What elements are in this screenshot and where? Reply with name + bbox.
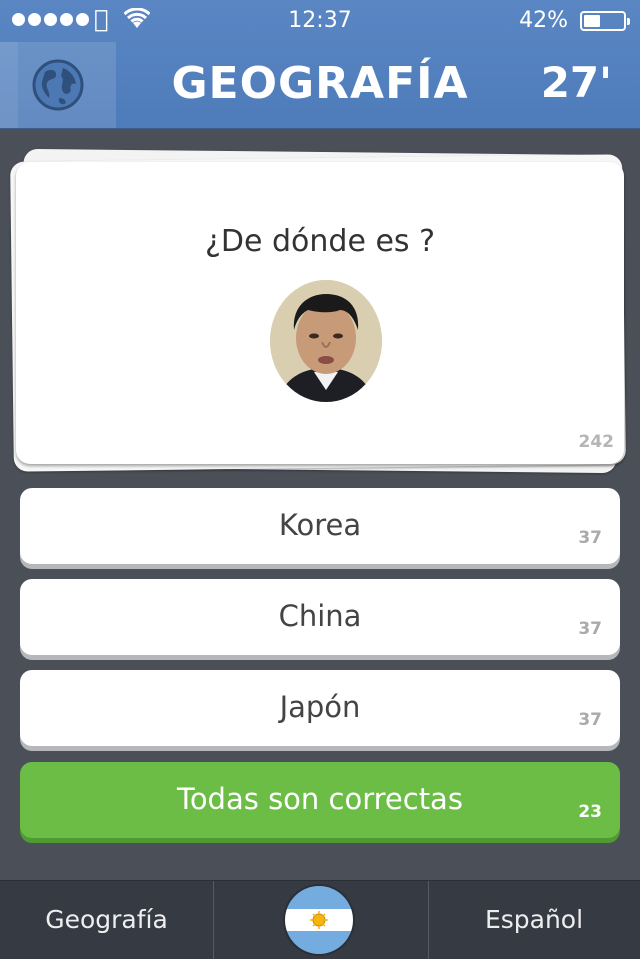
answer-count: 23 [578,802,602,822]
answer-option-4[interactable]: Todas son correctas 23 [20,762,620,838]
answer-label: Todas son correctas [177,782,463,816]
argentina-flag-icon[interactable] [285,886,353,954]
category-name[interactable]: Geografía [0,905,213,934]
question-timer: 27' [540,58,612,107]
question-count: 242 [578,432,615,452]
answer-count: 37 [578,710,602,730]
status-bar:  12:37 42% [0,0,640,42]
answer-label: China [278,599,362,633]
answer-label: Korea [278,508,362,542]
answer-option-1[interactable]: Korea 37 [20,488,620,564]
answer-option-3[interactable]: Japón 37 [20,670,620,746]
language-name[interactable]: Español [428,905,640,934]
answer-option-2[interactable]: China 37 [20,579,620,655]
battery-icon [580,11,630,31]
answer-label: Japón [279,690,361,724]
battery-level [584,15,600,27]
question-portrait-image [270,280,382,402]
question-text: ¿De dónde es ? [204,224,435,259]
answer-count: 37 [578,528,602,548]
answer-count: 37 [578,619,602,639]
top-bar:  12:37 42% GEOGRAFÍA 27' [0,0,640,129]
question-card: ¿De dónde es ? 242 [16,162,624,464]
battery-percent: 42% [519,8,568,33]
